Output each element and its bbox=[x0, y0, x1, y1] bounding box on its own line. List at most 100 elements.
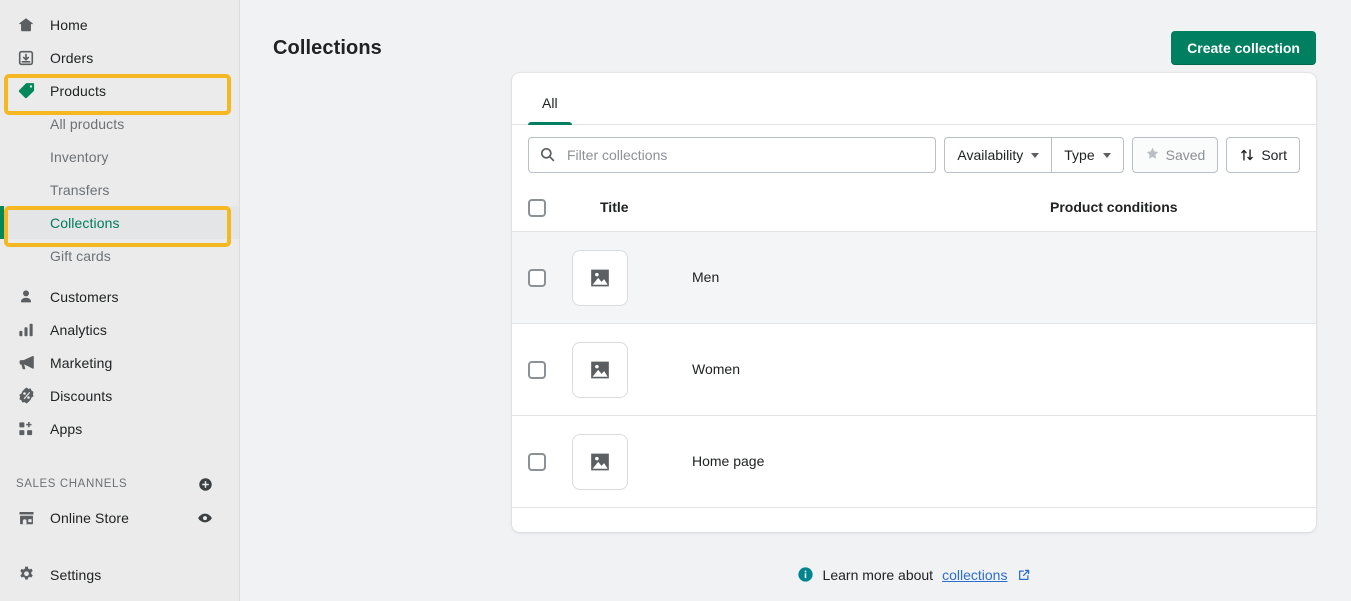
image-placeholder-icon bbox=[572, 433, 628, 490]
orders-icon bbox=[16, 48, 36, 68]
row-checkbox[interactable] bbox=[528, 452, 546, 471]
table-row[interactable]: Women bbox=[512, 324, 1316, 416]
search-icon bbox=[539, 146, 556, 163]
sidebar: Home Orders Products All products Invent… bbox=[0, 0, 240, 601]
store-icon bbox=[16, 508, 36, 528]
tab-bar: All bbox=[512, 73, 1316, 125]
table-header: Title Product conditions bbox=[512, 185, 1316, 232]
row-thumbnail-cell bbox=[546, 433, 692, 490]
sidebar-item-label: Customers bbox=[50, 288, 119, 305]
row-title-cell: Men bbox=[692, 269, 1316, 287]
sidebar-item-orders[interactable]: Orders bbox=[0, 41, 239, 74]
row-thumbnail-cell bbox=[546, 341, 692, 398]
sidebar-item-discounts[interactable]: Discounts bbox=[0, 379, 239, 412]
create-collection-button[interactable]: Create collection bbox=[1171, 31, 1316, 65]
sidebar-item-settings[interactable]: Settings bbox=[0, 558, 239, 591]
sidebar-item-label: Orders bbox=[50, 49, 94, 66]
column-header-conditions: Product conditions bbox=[692, 199, 1316, 217]
sort-arrows-icon bbox=[1239, 147, 1255, 163]
table-row[interactable]: Home page bbox=[512, 416, 1316, 508]
eye-icon[interactable] bbox=[197, 510, 213, 526]
collections-card: All Availability Type bbox=[512, 73, 1316, 532]
sidebar-item-label: Apps bbox=[50, 420, 83, 437]
select-all-checkbox[interactable] bbox=[528, 199, 546, 217]
app-root: Home Orders Products All products Invent… bbox=[0, 0, 1351, 601]
type-filter-button[interactable]: Type bbox=[1051, 137, 1124, 173]
sidebar-item-customers[interactable]: Customers bbox=[0, 280, 239, 313]
row-title-cell: Home page bbox=[692, 453, 1316, 471]
chevron-down-icon bbox=[1102, 152, 1111, 158]
row-title: Men bbox=[692, 268, 720, 285]
home-icon bbox=[16, 15, 36, 35]
sidebar-subitem-inventory[interactable]: Inventory bbox=[0, 140, 239, 173]
discount-icon bbox=[16, 386, 36, 406]
row-title: Women bbox=[692, 360, 740, 377]
column-header-title: Title bbox=[546, 199, 692, 217]
learn-more-footer: Learn more about collections bbox=[512, 566, 1316, 583]
filter-bar: Availability Type Saved bbox=[512, 125, 1316, 185]
info-icon bbox=[797, 566, 814, 583]
sidebar-item-online-store-row[interactable]: Online Store bbox=[0, 501, 239, 534]
sidebar-item-label: Settings bbox=[50, 566, 102, 583]
sidebar-subitem-label: Gift cards bbox=[50, 247, 111, 264]
row-checkbox[interactable] bbox=[528, 360, 546, 379]
sidebar-subitem-transfers[interactable]: Transfers bbox=[0, 173, 239, 206]
tab-all[interactable]: All bbox=[528, 95, 572, 125]
sidebar-subitem-collections[interactable]: Collections bbox=[0, 206, 239, 239]
page-header: Collections Create collection bbox=[240, 0, 1351, 74]
star-icon bbox=[1145, 146, 1160, 164]
column-header-conditions-label: Product conditions bbox=[1050, 199, 1178, 215]
sidebar-item-analytics[interactable]: Analytics bbox=[0, 313, 239, 346]
plus-circle-icon[interactable] bbox=[198, 477, 213, 492]
main-content: Collections Create collection All Availa… bbox=[240, 0, 1351, 601]
search-box bbox=[528, 137, 937, 173]
row-thumbnail-cell bbox=[546, 249, 692, 306]
column-header-title-label: Title bbox=[600, 199, 629, 215]
sidebar-subitem-all-products[interactable]: All products bbox=[0, 107, 239, 140]
sidebar-item-label: Products bbox=[50, 82, 107, 99]
availability-filter-button[interactable]: Availability bbox=[944, 137, 1052, 173]
gear-icon bbox=[16, 565, 36, 585]
sidebar-item-label: Home bbox=[50, 16, 88, 33]
megaphone-icon bbox=[16, 353, 36, 373]
sidebar-subitem-label: Collections bbox=[50, 214, 120, 231]
row-title-cell: Women bbox=[692, 361, 1316, 379]
image-placeholder-icon bbox=[572, 249, 628, 306]
card-footer-strip bbox=[512, 508, 1316, 532]
type-filter-label: Type bbox=[1064, 147, 1095, 163]
sidebar-item-home[interactable]: Home bbox=[0, 8, 239, 41]
sidebar-item-online-store[interactable]: Online Store bbox=[0, 501, 197, 534]
sidebar-subitem-label: Inventory bbox=[50, 148, 109, 165]
saved-button[interactable]: Saved bbox=[1131, 137, 1219, 173]
sales-channels-title: SALES CHANNELS bbox=[16, 478, 128, 490]
analytics-icon bbox=[16, 320, 36, 340]
sidebar-subitem-gift-cards[interactable]: Gift cards bbox=[0, 239, 239, 272]
sidebar-item-apps[interactable]: Apps bbox=[0, 412, 239, 445]
page-title: Collections bbox=[273, 36, 382, 59]
row-title: Home page bbox=[692, 452, 765, 469]
sidebar-subitem-label: Transfers bbox=[50, 181, 110, 198]
sales-channels-header: SALES CHANNELS bbox=[0, 467, 239, 501]
image-placeholder-icon bbox=[572, 341, 628, 398]
availability-filter-label: Availability bbox=[957, 147, 1024, 163]
sidebar-subitem-label: All products bbox=[50, 115, 125, 132]
sidebar-item-label: Marketing bbox=[50, 354, 113, 371]
sidebar-item-products[interactable]: Products bbox=[0, 74, 239, 107]
sidebar-item-marketing[interactable]: Marketing bbox=[0, 346, 239, 379]
sort-label: Sort bbox=[1261, 147, 1287, 163]
collections-link[interactable]: collections bbox=[942, 567, 1007, 583]
sidebar-item-label: Analytics bbox=[50, 321, 107, 338]
tag-icon bbox=[16, 81, 36, 101]
external-link-icon[interactable] bbox=[1017, 568, 1031, 582]
sort-button[interactable]: Sort bbox=[1226, 137, 1300, 173]
customer-icon bbox=[16, 287, 36, 307]
saved-label: Saved bbox=[1165, 147, 1206, 163]
row-checkbox[interactable] bbox=[528, 268, 546, 287]
chevron-down-icon bbox=[1031, 152, 1040, 158]
sidebar-item-label: Online Store bbox=[50, 509, 130, 526]
learn-more-text: Learn more about bbox=[822, 566, 934, 583]
settings-section: Settings bbox=[0, 558, 239, 591]
sidebar-item-label: Discounts bbox=[50, 387, 113, 404]
search-input[interactable] bbox=[528, 137, 937, 173]
table-row[interactable]: Men bbox=[512, 232, 1316, 324]
